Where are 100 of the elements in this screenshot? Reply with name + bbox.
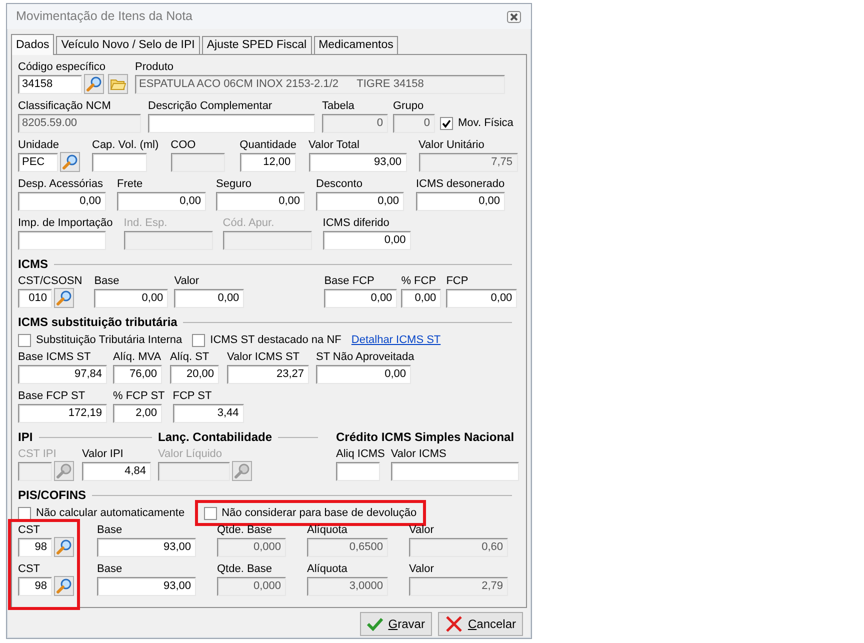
checkbox[interactable] [192, 334, 206, 346]
checkbox-label: Substituição Tributária Interna [36, 332, 182, 348]
detail-link[interactable]: Detalhar ICMS ST [351, 332, 441, 348]
close-button[interactable] [507, 10, 521, 22]
field-label: Produto [135, 60, 175, 74]
field-label: Valor ICMS ST [227, 350, 301, 364]
checkbox[interactable] [204, 506, 217, 520]
field-label: Código específico [18, 60, 106, 74]
search-icon [86, 76, 102, 92]
search-button[interactable] [84, 74, 104, 94]
input-field[interactable]: 93,00 [97, 538, 196, 556]
input-field[interactable]: 0,00 [117, 192, 206, 210]
input-field[interactable]: 0,60 [409, 538, 508, 556]
input-field[interactable]: 34158 [18, 74, 82, 94]
section-heading: IPI [18, 429, 33, 446]
field-label: Valor [174, 274, 200, 288]
field-label: Qtde. Base [217, 523, 274, 537]
input-field[interactable]: 0,00 [94, 288, 168, 308]
input-field[interactable]: 172,19 [18, 404, 107, 422]
input-field[interactable]: 12,00 [240, 152, 296, 172]
input-field[interactable]: 93,00 [97, 576, 196, 596]
input-field[interactable]: 0,00 [216, 192, 305, 210]
input-field[interactable]: 0,00 [416, 192, 505, 210]
field-label: CST [18, 562, 41, 576]
input-field[interactable]: 0,00 [18, 192, 106, 210]
input-field[interactable]: 0 [322, 114, 388, 132]
input-field[interactable]: 2,00 [113, 404, 162, 422]
field-label: Aliq ICMS [336, 447, 385, 461]
field-label: % FCP ST [113, 389, 165, 403]
search-icon [56, 578, 72, 594]
input-field[interactable]: 98 [18, 576, 52, 596]
input-field[interactable]: 76,00 [113, 364, 162, 384]
field-label: Imp. de Importação [18, 216, 113, 230]
cancel-button[interactable]: Cancelar [438, 612, 523, 636]
input-field[interactable] [148, 114, 315, 132]
tab[interactable]: Medicamentos [314, 36, 398, 54]
search-button[interactable] [54, 576, 74, 596]
cross-icon [444, 615, 463, 633]
input-field[interactable]: 010 [18, 288, 52, 308]
search-icon [56, 290, 72, 306]
search-button[interactable] [54, 537, 74, 557]
checkbox[interactable] [18, 334, 31, 346]
section-heading: ICMS [18, 256, 48, 273]
input-field[interactable]: 0,00 [316, 364, 411, 384]
search-button[interactable] [60, 152, 80, 172]
input-field[interactable]: 23,27 [227, 364, 309, 384]
save-button[interactable]: Gravar [360, 612, 432, 636]
field-label: Base [97, 562, 124, 576]
input-field[interactable]: PEC [18, 152, 58, 172]
field-label: Unidade [18, 138, 60, 152]
input-field[interactable]: 0,000 [217, 538, 286, 556]
input-field[interactable]: 93,00 [308, 152, 407, 172]
field-label: ST Não Aproveitada [316, 350, 414, 364]
field-label: COO [170, 138, 197, 152]
field-label: CST [18, 523, 41, 537]
input-field[interactable]: 0,00 [322, 230, 411, 250]
section-heading: ICMS substituição tributária [18, 314, 178, 331]
search-icon [62, 154, 78, 170]
field-label: Cap. Vol. (ml) [92, 138, 159, 152]
input-field[interactable]: 98 [18, 538, 52, 556]
input-field[interactable]: 4,84 [82, 462, 151, 480]
field-label: Seguro [216, 177, 252, 191]
search-button[interactable] [54, 288, 74, 308]
input-field[interactable]: 0,00 [446, 288, 518, 308]
input-field[interactable] [92, 152, 147, 172]
input-field[interactable]: 7,75 [418, 152, 518, 172]
folder-button[interactable] [108, 74, 128, 94]
field-label: FCP ST [172, 389, 213, 403]
input-field[interactable]: 0,00 [174, 288, 244, 308]
checkbox[interactable] [18, 506, 31, 520]
field-label: Frete [117, 177, 144, 191]
input-field[interactable]: ESPATULA ACO 06CM INOX 2153-2.1/2 TIGRE 34158 [135, 74, 505, 94]
input-field[interactable]: 0,00 [401, 288, 442, 308]
input-field[interactable] [390, 462, 519, 480]
checkbox[interactable] [440, 116, 453, 130]
input-field[interactable] [170, 152, 225, 172]
input-field[interactable]: 0,00 [324, 288, 398, 308]
checkbox-label: Não calcular automaticamente [36, 506, 185, 521]
folder-icon [110, 77, 126, 91]
input-field[interactable]: 0,000 [217, 576, 286, 596]
section-heading: PIS/COFINS [18, 487, 86, 504]
input-field[interactable]: 3,0000 [307, 576, 388, 596]
field-label: Ind. Esp. [124, 216, 168, 230]
tab[interactable]: Dados [11, 34, 54, 55]
input-field[interactable]: 0,00 [316, 192, 404, 210]
input-field[interactable] [336, 462, 380, 480]
input-field[interactable]: 3,44 [172, 404, 244, 422]
section-heading: Lanç. Contabilidade [158, 429, 272, 446]
tab[interactable]: Ajuste SPED Fiscal [202, 36, 312, 54]
search-icon [56, 463, 72, 479]
tab[interactable]: Veículo Novo / Selo de IPI [56, 36, 200, 54]
input-field[interactable]: 8205.59.00 [18, 114, 141, 132]
input-field[interactable]: 0 [393, 114, 435, 132]
input-field[interactable]: 20,00 [170, 364, 219, 384]
close-icon [507, 10, 521, 22]
input-field[interactable]: 2,79 [409, 576, 508, 596]
input-field[interactable] [18, 230, 106, 250]
input-field[interactable]: 0,6500 [307, 538, 388, 556]
field-label: Tabela [322, 99, 356, 113]
input-field[interactable]: 97,84 [18, 364, 107, 384]
